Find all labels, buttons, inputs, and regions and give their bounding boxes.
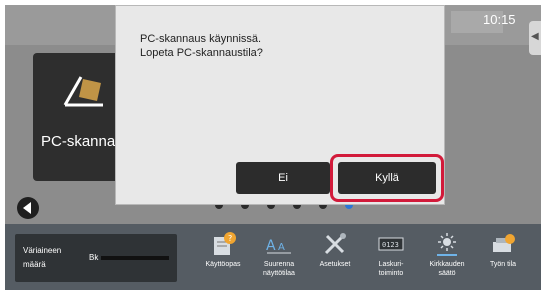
toner-level-box[interactable]: Väriaineen määrä Bk: [15, 234, 177, 282]
enlarge-display-button[interactable]: AA Suurenna näyttötilaa: [251, 228, 307, 278]
confirm-dialog: PC-skannaus käynnissä. Lopeta PC-skannau…: [115, 5, 445, 205]
svg-text:0123: 0123: [382, 241, 399, 249]
touch-panel: 10:15 ◀ PC-skannaus PC-skannaus käynniss…: [5, 5, 541, 290]
dialog-message-line2: Lopeta PC-skannaustila?: [140, 47, 263, 59]
toner-label-line1: Väriaineen: [23, 246, 62, 255]
toner-level-bar: [101, 256, 169, 260]
manual-icon: ?: [195, 228, 251, 260]
enlarge-display-label: Suurenna näyttötilaa: [263, 261, 295, 277]
job-status-button[interactable]: Työn tila: [475, 228, 531, 269]
job-status-label: Työn tila: [489, 261, 517, 268]
svg-text:A: A: [266, 238, 276, 254]
clock: 10:15: [483, 12, 516, 27]
settings-button[interactable]: Asetukset: [307, 228, 363, 269]
previous-page-button[interactable]: [17, 197, 39, 219]
enlarge-display-icon: AA: [251, 228, 307, 260]
brightness-icon: [419, 228, 475, 260]
scanner-icon: [63, 76, 103, 107]
counter-label: Laskuri- toiminto: [378, 261, 404, 277]
chevron-left-icon: ◀: [531, 31, 539, 42]
settings-label: Asetukset: [319, 261, 351, 268]
dialog-message-line1: PC-skannaus käynnissä.: [140, 33, 262, 45]
toner-label-line2: määrä: [23, 260, 46, 269]
manual-label: Käyttöopas: [205, 261, 241, 268]
dialog-message: PC-skannaus käynnissä. Lopeta PC-skannau…: [140, 32, 263, 60]
yes-button[interactable]: Kyllä: [338, 162, 436, 194]
brightness-button[interactable]: Kirkkauden säätö: [419, 228, 475, 278]
job-status-icon: [475, 228, 531, 260]
arrow-left-icon: [23, 202, 31, 214]
svg-text:A: A: [278, 242, 285, 253]
manual-button[interactable]: ? Käyttöopas: [195, 228, 251, 269]
settings-icon: [307, 228, 363, 260]
side-panel-tab[interactable]: ◀: [529, 21, 541, 55]
toner-color-label: Bk: [89, 253, 99, 262]
bottom-bar: Väriaineen määrä Bk ? Käyttöopas AA Suur…: [5, 224, 541, 290]
no-button[interactable]: Ei: [236, 162, 330, 194]
counter-button[interactable]: 0123 Laskuri- toiminto: [363, 228, 419, 278]
svg-text:?: ?: [228, 234, 232, 243]
counter-icon: 0123: [363, 228, 419, 260]
brightness-label: Kirkkauden säätö: [429, 261, 465, 277]
